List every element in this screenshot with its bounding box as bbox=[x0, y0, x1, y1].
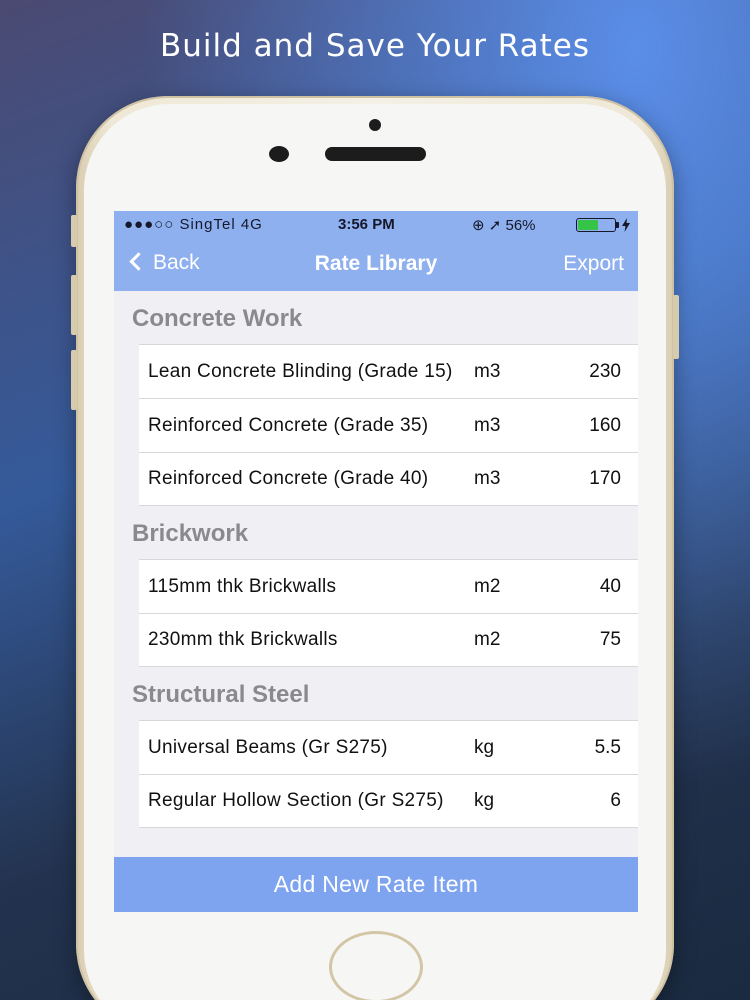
status-time: 3:56 PM bbox=[338, 216, 395, 233]
nav-title: Rate Library bbox=[314, 252, 438, 275]
export-button[interactable]: Export bbox=[563, 252, 624, 276]
rate-item-row[interactable]: Regular Hollow Section (Gr S275) kg 6 bbox=[139, 774, 638, 828]
volume-up-button bbox=[71, 275, 77, 335]
navigation-bar: Back Rate Library Export bbox=[114, 239, 638, 291]
rate-item-unit: m2 bbox=[474, 575, 501, 597]
power-button bbox=[673, 295, 679, 359]
status-right-indicators: ⊕ ➚ 56% bbox=[472, 217, 536, 234]
rate-item-value: 75 bbox=[599, 629, 621, 650]
mute-switch bbox=[71, 215, 77, 247]
rate-item-name: 230mm thk Brickwalls bbox=[148, 629, 338, 650]
section-header-structural-steel: Structural Steel bbox=[114, 667, 638, 720]
app-screen: ●●●○○ SingTel 4G 3:56 PM ⊕ ➚ 56% Back Ra… bbox=[114, 211, 638, 912]
rate-item-value: 6 bbox=[610, 790, 621, 811]
add-new-rate-item-button[interactable]: Add New Rate Item bbox=[114, 857, 638, 912]
rate-item-name: 115mm thk Brickwalls bbox=[148, 575, 337, 597]
rate-item-unit: kg bbox=[474, 736, 495, 758]
battery-icon bbox=[576, 218, 616, 232]
rate-item-value: 170 bbox=[589, 468, 621, 489]
home-button[interactable] bbox=[329, 931, 423, 1000]
rate-item-row[interactable]: Reinforced Concrete (Grade 35) m3 160 bbox=[139, 398, 638, 452]
rate-item-unit: m2 bbox=[474, 629, 501, 650]
section-header-concrete-work: Concrete Work bbox=[114, 291, 638, 344]
rate-item-row[interactable]: Lean Concrete Blinding (Grade 15) m3 230 bbox=[139, 344, 638, 398]
section-group-structural-steel: Universal Beams (Gr S275) kg 5.5 Regular… bbox=[114, 720, 638, 828]
front-camera bbox=[369, 119, 381, 131]
rate-item-unit: m3 bbox=[474, 468, 501, 489]
bolt-icon bbox=[622, 218, 630, 232]
rate-item-name: Universal Beams (Gr S275) bbox=[148, 736, 388, 758]
rate-item-row[interactable]: Universal Beams (Gr S275) kg 5.5 bbox=[139, 720, 638, 774]
rate-list: Concrete Work Lean Concrete Blinding (Gr… bbox=[114, 291, 638, 828]
section-group-concrete-work: Lean Concrete Blinding (Grade 15) m3 230… bbox=[114, 344, 638, 506]
rate-item-value: 40 bbox=[599, 575, 621, 597]
carrier-signal: ●●●○○ SingTel 4G bbox=[124, 216, 263, 233]
rate-item-row[interactable]: Reinforced Concrete (Grade 40) m3 170 bbox=[139, 452, 638, 506]
rate-item-row[interactable]: 115mm thk Brickwalls m2 40 bbox=[139, 559, 638, 613]
rate-item-value: 5.5 bbox=[594, 736, 621, 758]
rate-item-unit: m3 bbox=[474, 360, 501, 382]
battery-level bbox=[578, 220, 599, 230]
proximity-sensor bbox=[269, 146, 289, 162]
rate-item-unit: m3 bbox=[474, 414, 501, 436]
battery-tip bbox=[616, 222, 619, 228]
rate-item-unit: kg bbox=[474, 790, 495, 811]
section-header-brickwork: Brickwork bbox=[114, 506, 638, 559]
rate-item-name: Reinforced Concrete (Grade 40) bbox=[148, 468, 429, 489]
rate-item-value: 160 bbox=[589, 414, 621, 436]
rate-item-name: Regular Hollow Section (Gr S275) bbox=[148, 790, 444, 811]
promo-headline: Build and Save Your Rates bbox=[159, 28, 591, 64]
section-group-brickwork: 115mm thk Brickwalls m2 40 230mm thk Bri… bbox=[114, 559, 638, 667]
earpiece-speaker bbox=[325, 147, 426, 161]
rate-item-name: Reinforced Concrete (Grade 35) bbox=[148, 414, 429, 436]
rate-item-row[interactable]: 230mm thk Brickwalls m2 75 bbox=[139, 613, 638, 667]
rate-item-name: Lean Concrete Blinding (Grade 15) bbox=[148, 360, 453, 382]
volume-down-button bbox=[71, 350, 77, 410]
status-bar: ●●●○○ SingTel 4G 3:56 PM ⊕ ➚ 56% bbox=[114, 211, 638, 239]
rate-item-value: 230 bbox=[589, 360, 621, 382]
